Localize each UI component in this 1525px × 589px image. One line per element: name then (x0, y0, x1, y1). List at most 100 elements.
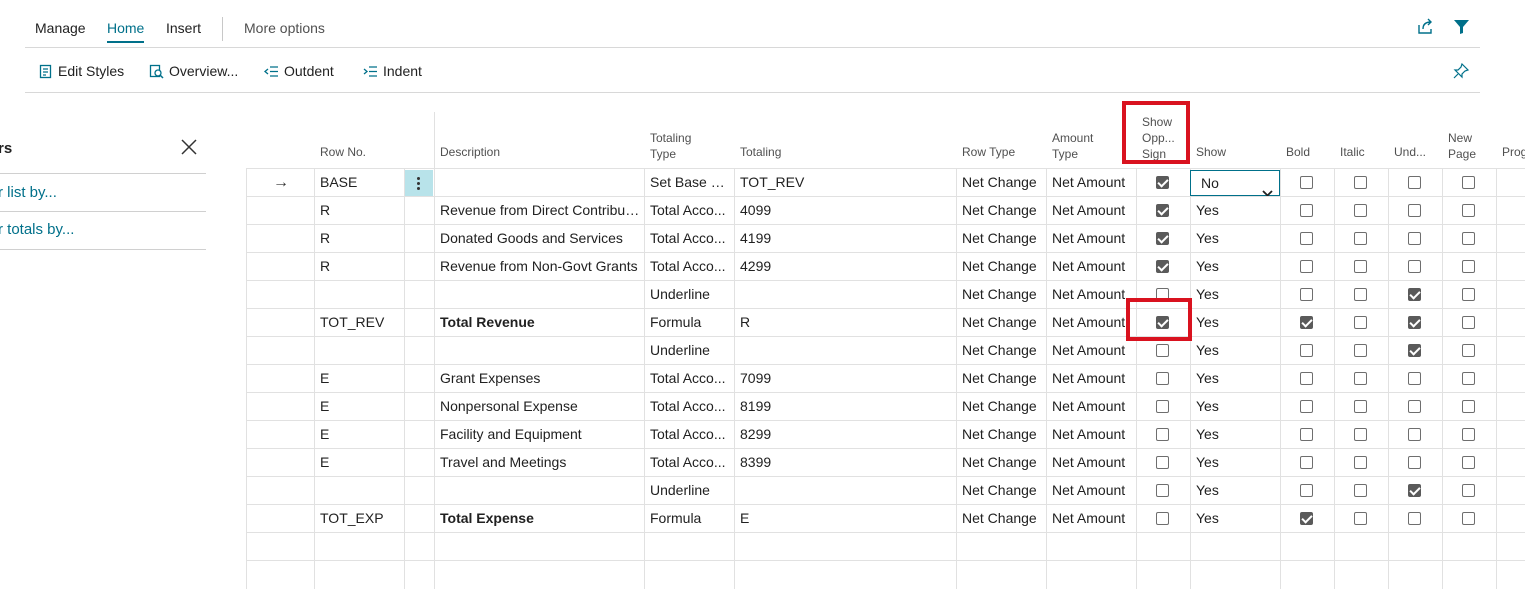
cell-show[interactable]: Yes (1196, 337, 1278, 364)
table-row[interactable]: E Grant Expenses Total Acco... 7099 Net Chan… (246, 364, 1525, 392)
col-header-amount-type[interactable]: Amount Type (1052, 130, 1093, 162)
table-row[interactable]: TOT_EXP Total Expense Formula E Net Change Ne… (246, 504, 1525, 532)
cell-row-no[interactable]: R (320, 197, 402, 224)
tab-manage[interactable]: Manage (35, 20, 86, 36)
edit-styles-button[interactable]: Edit Styles (39, 62, 124, 80)
bold-checkbox[interactable] (1300, 456, 1313, 469)
cell-row-no[interactable]: E (320, 449, 402, 476)
underline-checkbox[interactable] (1408, 372, 1421, 385)
cell-row-no[interactable]: R (320, 253, 402, 280)
cell-amount-type[interactable]: Net Amount (1052, 505, 1134, 532)
table-row[interactable]: TOT_REV Total Revenue Formula R Net Change Ne… (246, 308, 1525, 336)
underline-checkbox[interactable] (1408, 204, 1421, 217)
new-page-checkbox[interactable] (1462, 512, 1475, 525)
show-opposite-sign-checkbox[interactable] (1156, 204, 1169, 217)
cell-row-type[interactable]: Net Change (962, 365, 1044, 392)
cell-amount-type[interactable]: Net Amount (1052, 393, 1134, 420)
cell-amount-type[interactable]: Net Amount (1052, 253, 1134, 280)
show-opposite-sign-checkbox[interactable] (1156, 428, 1169, 441)
cell-row-type[interactable]: Net Change (962, 225, 1044, 252)
cell-totaling[interactable]: E (740, 505, 950, 532)
show-opposite-sign-checkbox[interactable] (1156, 512, 1169, 525)
cell-row-no[interactable]: TOT_EXP (320, 505, 402, 532)
table-row[interactable]: R Revenue from Non-Govt Grants Total Acco.… (246, 252, 1525, 280)
cell-show[interactable]: Yes (1196, 449, 1278, 476)
cell-row-no[interactable] (320, 477, 402, 504)
bold-checkbox[interactable] (1300, 260, 1313, 273)
cell-totaling[interactable]: 8199 (740, 393, 950, 420)
table-row[interactable]: E Travel and Meetings Total Acco... 8399 Net… (246, 448, 1525, 476)
cell-totaling-type[interactable]: Underline (650, 281, 732, 308)
col-header-underline[interactable]: Und... (1394, 144, 1426, 160)
cell-totaling[interactable]: 4099 (740, 197, 950, 224)
cell-amount-type[interactable]: Net Amount (1052, 197, 1134, 224)
cell-description[interactable]: Revenue from Direct Contribut... (440, 197, 640, 224)
italic-checkbox[interactable] (1354, 204, 1367, 217)
table-row[interactable]: R Donated Goods and Services Total Acco...… (246, 224, 1525, 252)
show-opposite-sign-checkbox[interactable] (1156, 344, 1169, 357)
empty-row[interactable] (246, 560, 1525, 588)
cell-row-type[interactable]: Net Change (962, 169, 1044, 196)
italic-checkbox[interactable] (1354, 260, 1367, 273)
cell-totaling-type[interactable]: Total Acco... (650, 449, 732, 476)
cell-description[interactable]: Revenue from Non-Govt Grants (440, 253, 640, 280)
cell-row-no[interactable]: E (320, 365, 402, 392)
cell-amount-type[interactable]: Net Amount (1052, 365, 1134, 392)
cell-description[interactable]: Grant Expenses (440, 365, 640, 392)
underline-checkbox[interactable] (1408, 316, 1421, 329)
bold-checkbox[interactable] (1300, 176, 1313, 189)
bold-checkbox[interactable] (1300, 400, 1313, 413)
new-page-checkbox[interactable] (1462, 204, 1475, 217)
cell-row-type[interactable]: Net Change (962, 505, 1044, 532)
col-header-totaling-type[interactable]: Totaling Type (650, 130, 691, 162)
cell-row-type[interactable]: Net Change (962, 253, 1044, 280)
cell-row-type[interactable]: Net Change (962, 393, 1044, 420)
cell-description[interactable]: Total Revenue (440, 309, 640, 336)
cell-amount-type[interactable]: Net Amount (1052, 477, 1134, 504)
cell-row-no[interactable]: BASE (320, 169, 402, 196)
italic-checkbox[interactable] (1354, 456, 1367, 469)
cell-row-no[interactable] (320, 281, 402, 308)
italic-checkbox[interactable] (1354, 232, 1367, 245)
italic-checkbox[interactable] (1354, 428, 1367, 441)
cell-totaling-type[interactable]: Formula (650, 309, 732, 336)
cell-totaling-type[interactable]: Total Acco... (650, 197, 732, 224)
cell-show[interactable]: Yes (1196, 225, 1278, 252)
bold-checkbox[interactable] (1300, 372, 1313, 385)
cell-totaling[interactable]: TOT_REV (740, 169, 950, 196)
cell-totaling[interactable] (740, 477, 950, 504)
tab-home[interactable]: Home (107, 20, 145, 43)
cell-show[interactable]: Yes (1196, 281, 1278, 308)
cell-description[interactable]: Nonpersonal Expense (440, 393, 640, 420)
cell-row-type[interactable]: Net Change (962, 477, 1044, 504)
overview-button[interactable]: Overview... (149, 62, 238, 80)
col-header-row-type[interactable]: Row Type (962, 144, 1015, 160)
cell-show[interactable]: Yes (1196, 365, 1278, 392)
cell-description[interactable] (440, 337, 640, 364)
bold-checkbox[interactable] (1300, 232, 1313, 245)
underline-checkbox[interactable] (1408, 512, 1421, 525)
bold-checkbox[interactable] (1300, 484, 1313, 497)
row-actions-icon[interactable] (405, 170, 433, 196)
bold-checkbox[interactable] (1300, 316, 1313, 329)
show-opposite-sign-checkbox[interactable] (1156, 176, 1169, 189)
cell-totaling[interactable]: R (740, 309, 950, 336)
underline-checkbox[interactable] (1408, 428, 1421, 441)
cell-totaling-type[interactable]: Formula (650, 505, 732, 532)
cell-totaling-type[interactable]: Total Acco... (650, 365, 732, 392)
filter-icon[interactable] (1453, 18, 1470, 40)
underline-checkbox[interactable] (1408, 344, 1421, 357)
bold-checkbox[interactable] (1300, 512, 1313, 525)
cell-row-no[interactable] (320, 337, 402, 364)
pin-icon[interactable] (1453, 62, 1469, 80)
underline-checkbox[interactable] (1408, 232, 1421, 245)
cell-show[interactable]: Yes (1196, 309, 1278, 336)
cell-description[interactable] (440, 477, 640, 504)
underline-checkbox[interactable] (1408, 260, 1421, 273)
table-row[interactable]: R Revenue from Direct Contribut... Total A… (246, 196, 1525, 224)
cell-totaling-type[interactable]: Total Acco... (650, 393, 732, 420)
cell-amount-type[interactable]: Net Amount (1052, 225, 1134, 252)
cell-totaling[interactable]: 4199 (740, 225, 950, 252)
cell-description[interactable]: Total Expense (440, 505, 640, 532)
cell-show[interactable]: Yes (1196, 477, 1278, 504)
